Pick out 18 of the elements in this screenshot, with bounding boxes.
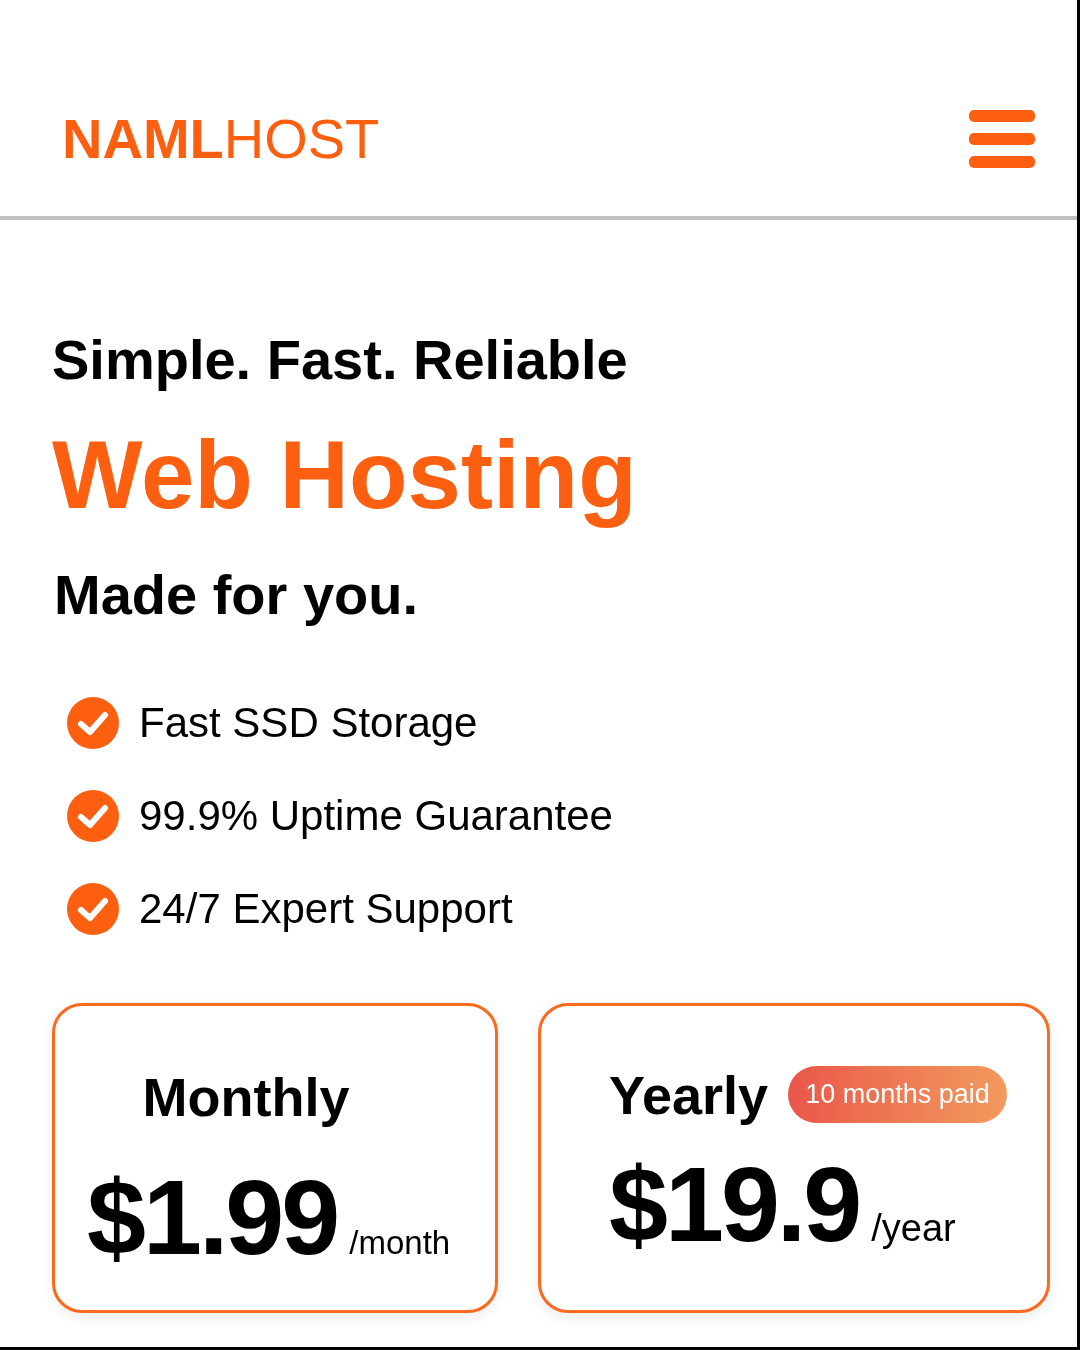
plan-card[interactable]: Monthly $1.99/month bbox=[52, 1003, 498, 1314]
feature-text: 99.9% Uptime Guarantee bbox=[139, 795, 613, 838]
menu-icon[interactable] bbox=[969, 110, 1035, 168]
plan-period: /year bbox=[871, 1209, 956, 1248]
hero-title: Web Hosting bbox=[52, 420, 637, 531]
plan-period: /month bbox=[349, 1226, 451, 1260]
check-circle-icon bbox=[67, 883, 119, 936]
check-circle-icon bbox=[67, 697, 119, 750]
plan-price: $1.99 bbox=[87, 1164, 338, 1271]
plan-card[interactable]: Yearly 10 months paid $19.9/year bbox=[538, 1003, 1050, 1314]
feature-text: 24/7 Expert Support bbox=[139, 888, 513, 931]
plan-price: $19.9 bbox=[609, 1151, 860, 1258]
hero-tagline: Simple. Fast. Reliable bbox=[52, 328, 628, 393]
discount-badge: 10 months paid bbox=[788, 1066, 1007, 1124]
hero-subtitle: Made for you. bbox=[54, 562, 419, 628]
check-circle-icon bbox=[67, 790, 119, 843]
feature-text: Fast SSD Storage bbox=[139, 702, 478, 745]
plan-name: Monthly bbox=[142, 1070, 350, 1125]
